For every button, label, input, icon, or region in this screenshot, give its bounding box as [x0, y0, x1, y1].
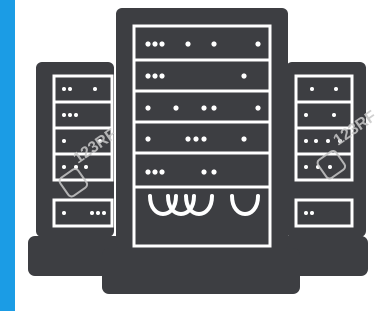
right-server-rack [278, 62, 368, 276]
image-frame: 123RF 123RF [0, 0, 376, 311]
server-racks-icon: 123RF 123RF [28, 8, 376, 294]
center-server-rack [102, 8, 300, 294]
